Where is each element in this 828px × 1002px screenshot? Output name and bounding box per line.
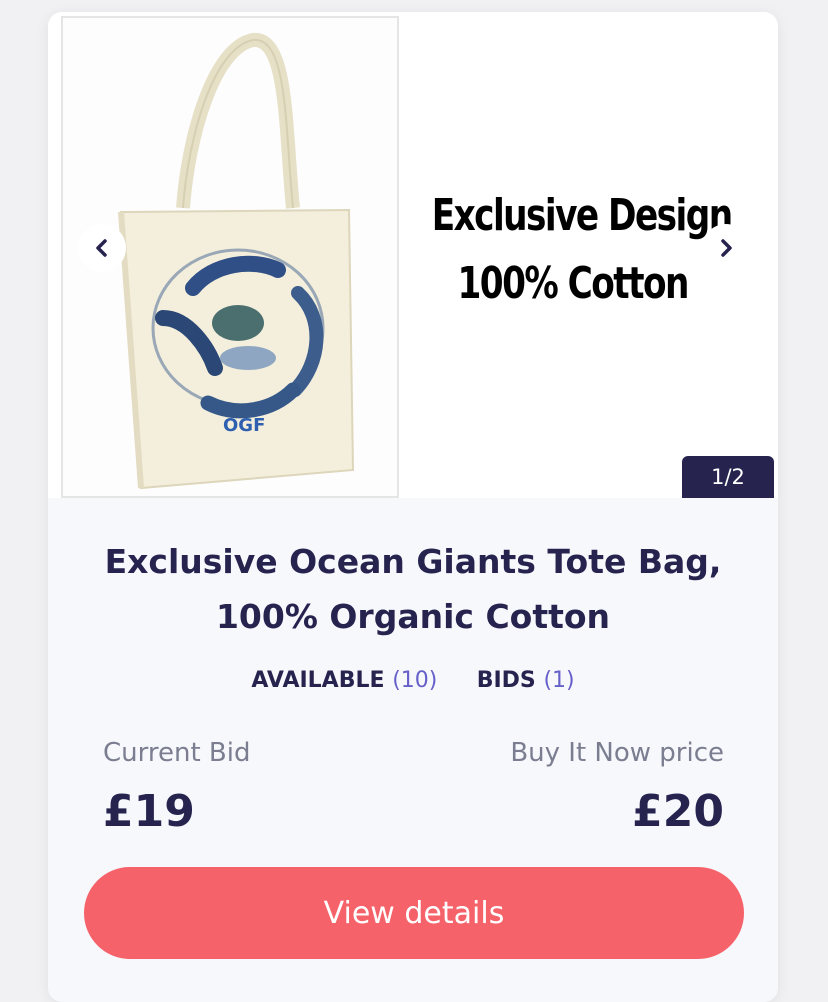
- slide-caption-line2: 100% Cotton: [457, 258, 689, 309]
- listing-stats: AVAILABLE (10) BIDS (1): [48, 668, 778, 693]
- available-count: (10): [392, 668, 438, 693]
- image-counter: 1/2: [682, 456, 774, 498]
- buy-now-label: Buy It Now price: [510, 738, 724, 768]
- current-bid-value: £19: [103, 786, 195, 837]
- view-details-button[interactable]: View details: [84, 867, 744, 959]
- available-label: AVAILABLE: [251, 668, 385, 693]
- image-carousel[interactable]: OGF Exclusive Design 100% Cotton 1/2: [48, 12, 778, 498]
- product-title: Exclusive Ocean Giants Tote Bag, 100% Or…: [104, 542, 722, 636]
- bag-logo: OGF: [223, 415, 265, 436]
- next-image-button[interactable]: [702, 224, 750, 272]
- current-bid-label: Current Bid: [103, 738, 251, 768]
- slide-caption-line1: Exclusive Design: [431, 190, 733, 241]
- chevron-right-icon: [721, 239, 732, 257]
- buy-now-value: £20: [632, 786, 724, 837]
- previous-image-button[interactable]: [78, 224, 126, 272]
- bids-label: BIDS: [476, 668, 536, 693]
- listing-card: OGF Exclusive Design 100% Cotton 1/2 Exc…: [48, 12, 778, 1002]
- chevron-left-icon: [96, 239, 107, 257]
- bids-count: (1): [543, 668, 575, 693]
